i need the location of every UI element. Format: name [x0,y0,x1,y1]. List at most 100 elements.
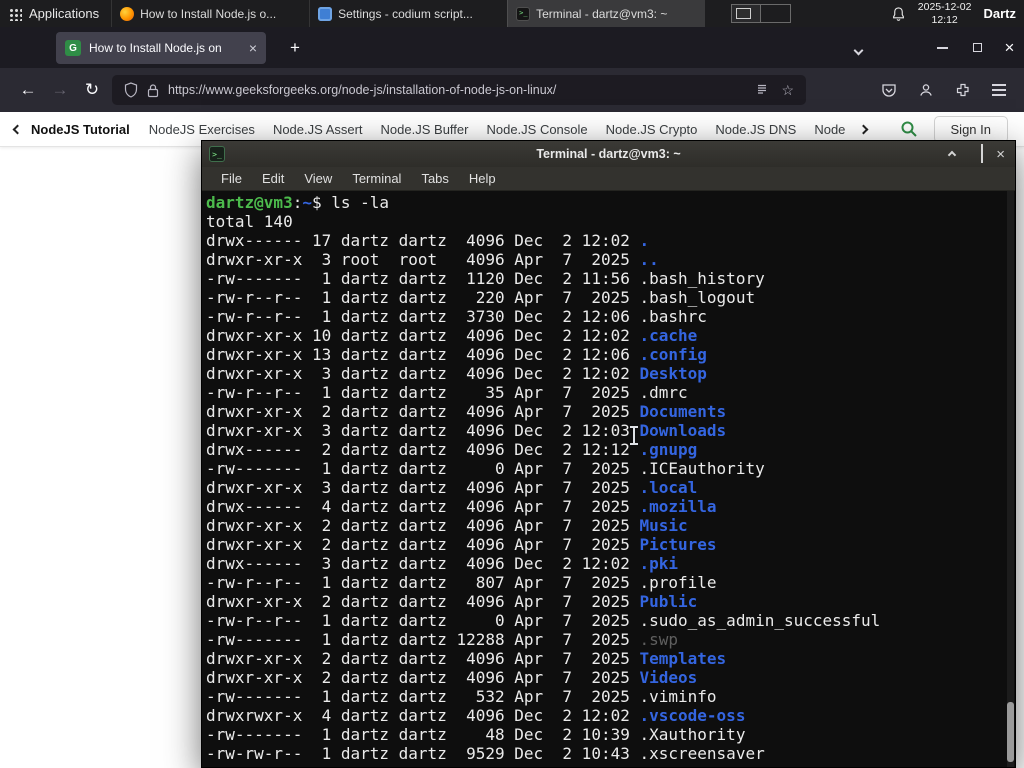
menu-button[interactable] [992,84,1006,96]
browser-tab[interactable]: G How to Install Node.js on × [56,32,266,64]
tracking-shield-icon[interactable] [124,82,138,98]
browser-maximize-button[interactable] [960,27,994,68]
tab-title: How to Install Node.js on [89,41,222,55]
file-meta: drwxr-xr-x 13 dartz dartz 4096 Dec 2 12:… [206,345,640,364]
terminal-content[interactable]: dartz@vm3:~$ ls -la total 140 drwx------ 1… [202,191,1015,767]
file-meta: drwxr-xr-x 2 dartz dartz 4096 Apr 7 2025 [206,516,640,535]
nav-scroll-left-icon[interactable] [12,124,23,134]
back-button[interactable]: ← [12,74,44,106]
chevron-up-icon [947,150,957,160]
panel-clock[interactable]: 2025-12-02 12:12 [918,1,972,26]
terminal-line: drwxr-xr-x 3 dartz dartz 4096 Apr 7 2025… [206,478,1015,497]
file-meta: -rw-r--r-- 1 dartz dartz 35 Apr 7 2025 [206,383,640,402]
workspace-cell[interactable] [761,5,790,22]
site-nav-item[interactable]: NodeJS Exercises [149,122,255,137]
terminal-line: -rw------- 1 dartz dartz 12288 Apr 7 202… [206,630,1015,649]
forward-button[interactable]: → [44,74,76,106]
lock-icon[interactable] [147,83,159,98]
file-name: Pictures [639,535,717,554]
file-meta: drwxr-xr-x 2 dartz dartz 4096 Apr 7 2025 [206,535,640,554]
clock-time: 12:12 [931,13,958,26]
file-meta: drwxrwxr-x 4 dartz dartz 4096 Dec 2 12:0… [206,706,640,725]
terminal-line: -rw------- 1 dartz dartz 0 Apr 7 2025 .I… [206,459,1015,478]
file-name: Downloads [639,421,727,440]
site-nav-item[interactable]: Node.JS DNS [715,122,796,137]
bookmark-star-icon[interactable]: ☆ [781,82,794,99]
site-nav-item[interactable]: Node.JS Console [486,122,587,137]
task-label: How to Install Node.js o... [140,6,277,21]
applications-grid-icon [8,6,22,21]
task-label: Settings - codium script... [338,6,473,21]
terminal-window: >_ Terminal - dartz@vm3: ~ × File Edit Vie… [201,140,1016,768]
terminal-line: drwxr-xr-x 3 dartz dartz 4096 Dec 2 12:0… [206,364,1015,383]
all-tabs-button[interactable] [853,41,864,59]
terminal-menu-item[interactable]: Help [459,171,506,186]
window-icon [516,6,531,21]
terminal-line: drwx------ 2 dartz dartz 4096 Dec 2 12:1… [206,440,1015,459]
file-name: .swp [639,630,679,649]
site-nav-item[interactable]: Node.JS Crypto [606,122,698,137]
file-meta: -rw-r--r-- 1 dartz dartz 0 Apr 7 2025 [206,611,640,630]
site-nav-item[interactable]: Node [814,122,845,137]
file-meta: -rw-r--r-- 1 dartz dartz 220 Apr 7 2025 [206,288,640,307]
file-name: .viminfo [639,687,717,706]
file-name: Videos [639,668,698,687]
file-meta: drwxr-xr-x 3 dartz dartz 4096 Dec 2 12:0… [206,421,640,440]
terminal-close-button[interactable]: × [996,147,1005,162]
extensions-puzzle-icon[interactable] [955,82,971,98]
site-nav-items: NodeJS Exercises Node.JS Assert Node.JS Bu… [140,122,855,137]
file-name: .local [639,478,698,497]
terminal-line: drwx------ 17 dartz dartz 4096 Dec 2 12:… [206,231,1015,250]
browser-close-button[interactable]: × [995,27,1024,68]
applications-menu-button[interactable]: Applications [0,0,111,27]
account-icon[interactable] [918,82,934,98]
terminal-output: dartz@vm3:~$ ls -la total 140 drwx------ 1… [206,193,1015,763]
terminal-line: drwxr-xr-x 10 dartz dartz 4096 Dec 2 12:… [206,326,1015,345]
terminal-menu-item[interactable]: File [211,171,252,186]
taskbar-button[interactable]: Terminal - dartz@vm3: ~ [507,0,706,27]
notification-bell-icon[interactable] [891,6,906,22]
terminal-menu-item[interactable]: Terminal [342,171,411,186]
terminal-menu-item[interactable]: Edit [252,171,294,186]
terminal-shade-button[interactable] [947,145,957,163]
window-icon [318,6,333,21]
tab-close-icon[interactable]: × [249,41,257,55]
file-name: .config [639,345,707,364]
prompt-path: ~ [302,193,312,212]
browser-minimize-button[interactable] [925,27,959,68]
workspace-cell-active[interactable] [732,5,762,22]
clock-date: 2025-12-02 [917,0,972,13]
site-nav-item[interactable]: Node.JS Assert [273,122,363,137]
terminal-titlebar[interactable]: >_ Terminal - dartz@vm3: ~ × [202,141,1015,167]
site-favicon: G [65,40,81,56]
site-nav-active-item[interactable]: NodeJS Tutorial [31,122,130,137]
file-meta: drwx------ 2 dartz dartz 4096 Dec 2 12:1… [206,440,640,459]
pocket-icon[interactable] [881,82,897,98]
taskbar-button[interactable]: How to Install Node.js o... [111,0,309,27]
terminal-menu-item[interactable]: Tabs [411,171,458,186]
terminal-maximize-button[interactable] [981,144,984,163]
workspace-pager[interactable] [731,0,792,27]
terminal-line: -rw-r--r-- 1 dartz dartz 220 Apr 7 2025 … [206,288,1015,307]
file-name: . [639,231,650,250]
search-icon[interactable] [900,120,918,138]
taskbar-button[interactable]: Settings - codium script... [309,0,507,27]
url-bar[interactable]: https://www.geeksforgeeks.org/node-js/in… [112,75,806,105]
reader-mode-icon[interactable] [755,83,769,97]
prompt-colon: : [292,193,303,212]
reload-button[interactable]: ↻ [76,74,108,106]
new-tab-button[interactable]: + [283,36,307,60]
scrollbar-thumb[interactable] [1007,702,1014,762]
terminal-menu-item[interactable]: View [294,171,342,186]
file-meta: drwxr-xr-x 3 root root 4096 Apr 7 2025 [206,250,640,269]
sign-in-button[interactable]: Sign In [933,115,1008,143]
site-nav-item[interactable]: Node.JS Buffer [381,122,469,137]
maximize-icon [981,144,984,163]
terminal-scrollbar[interactable] [1007,191,1014,767]
file-meta: -rw------- 1 dartz dartz 48 Dec 2 10:39 [206,725,640,744]
terminal-line: drwxrwxr-x 4 dartz dartz 4096 Dec 2 12:0… [206,706,1015,725]
browser-tab-bar: G How to Install Node.js on × + × [0,27,1024,68]
file-meta: -rw-r--r-- 1 dartz dartz 807 Apr 7 2025 [206,573,640,592]
terminal-line: -rw------- 1 dartz dartz 48 Dec 2 10:39 … [206,725,1015,744]
nav-scroll-right-icon[interactable] [858,124,869,134]
